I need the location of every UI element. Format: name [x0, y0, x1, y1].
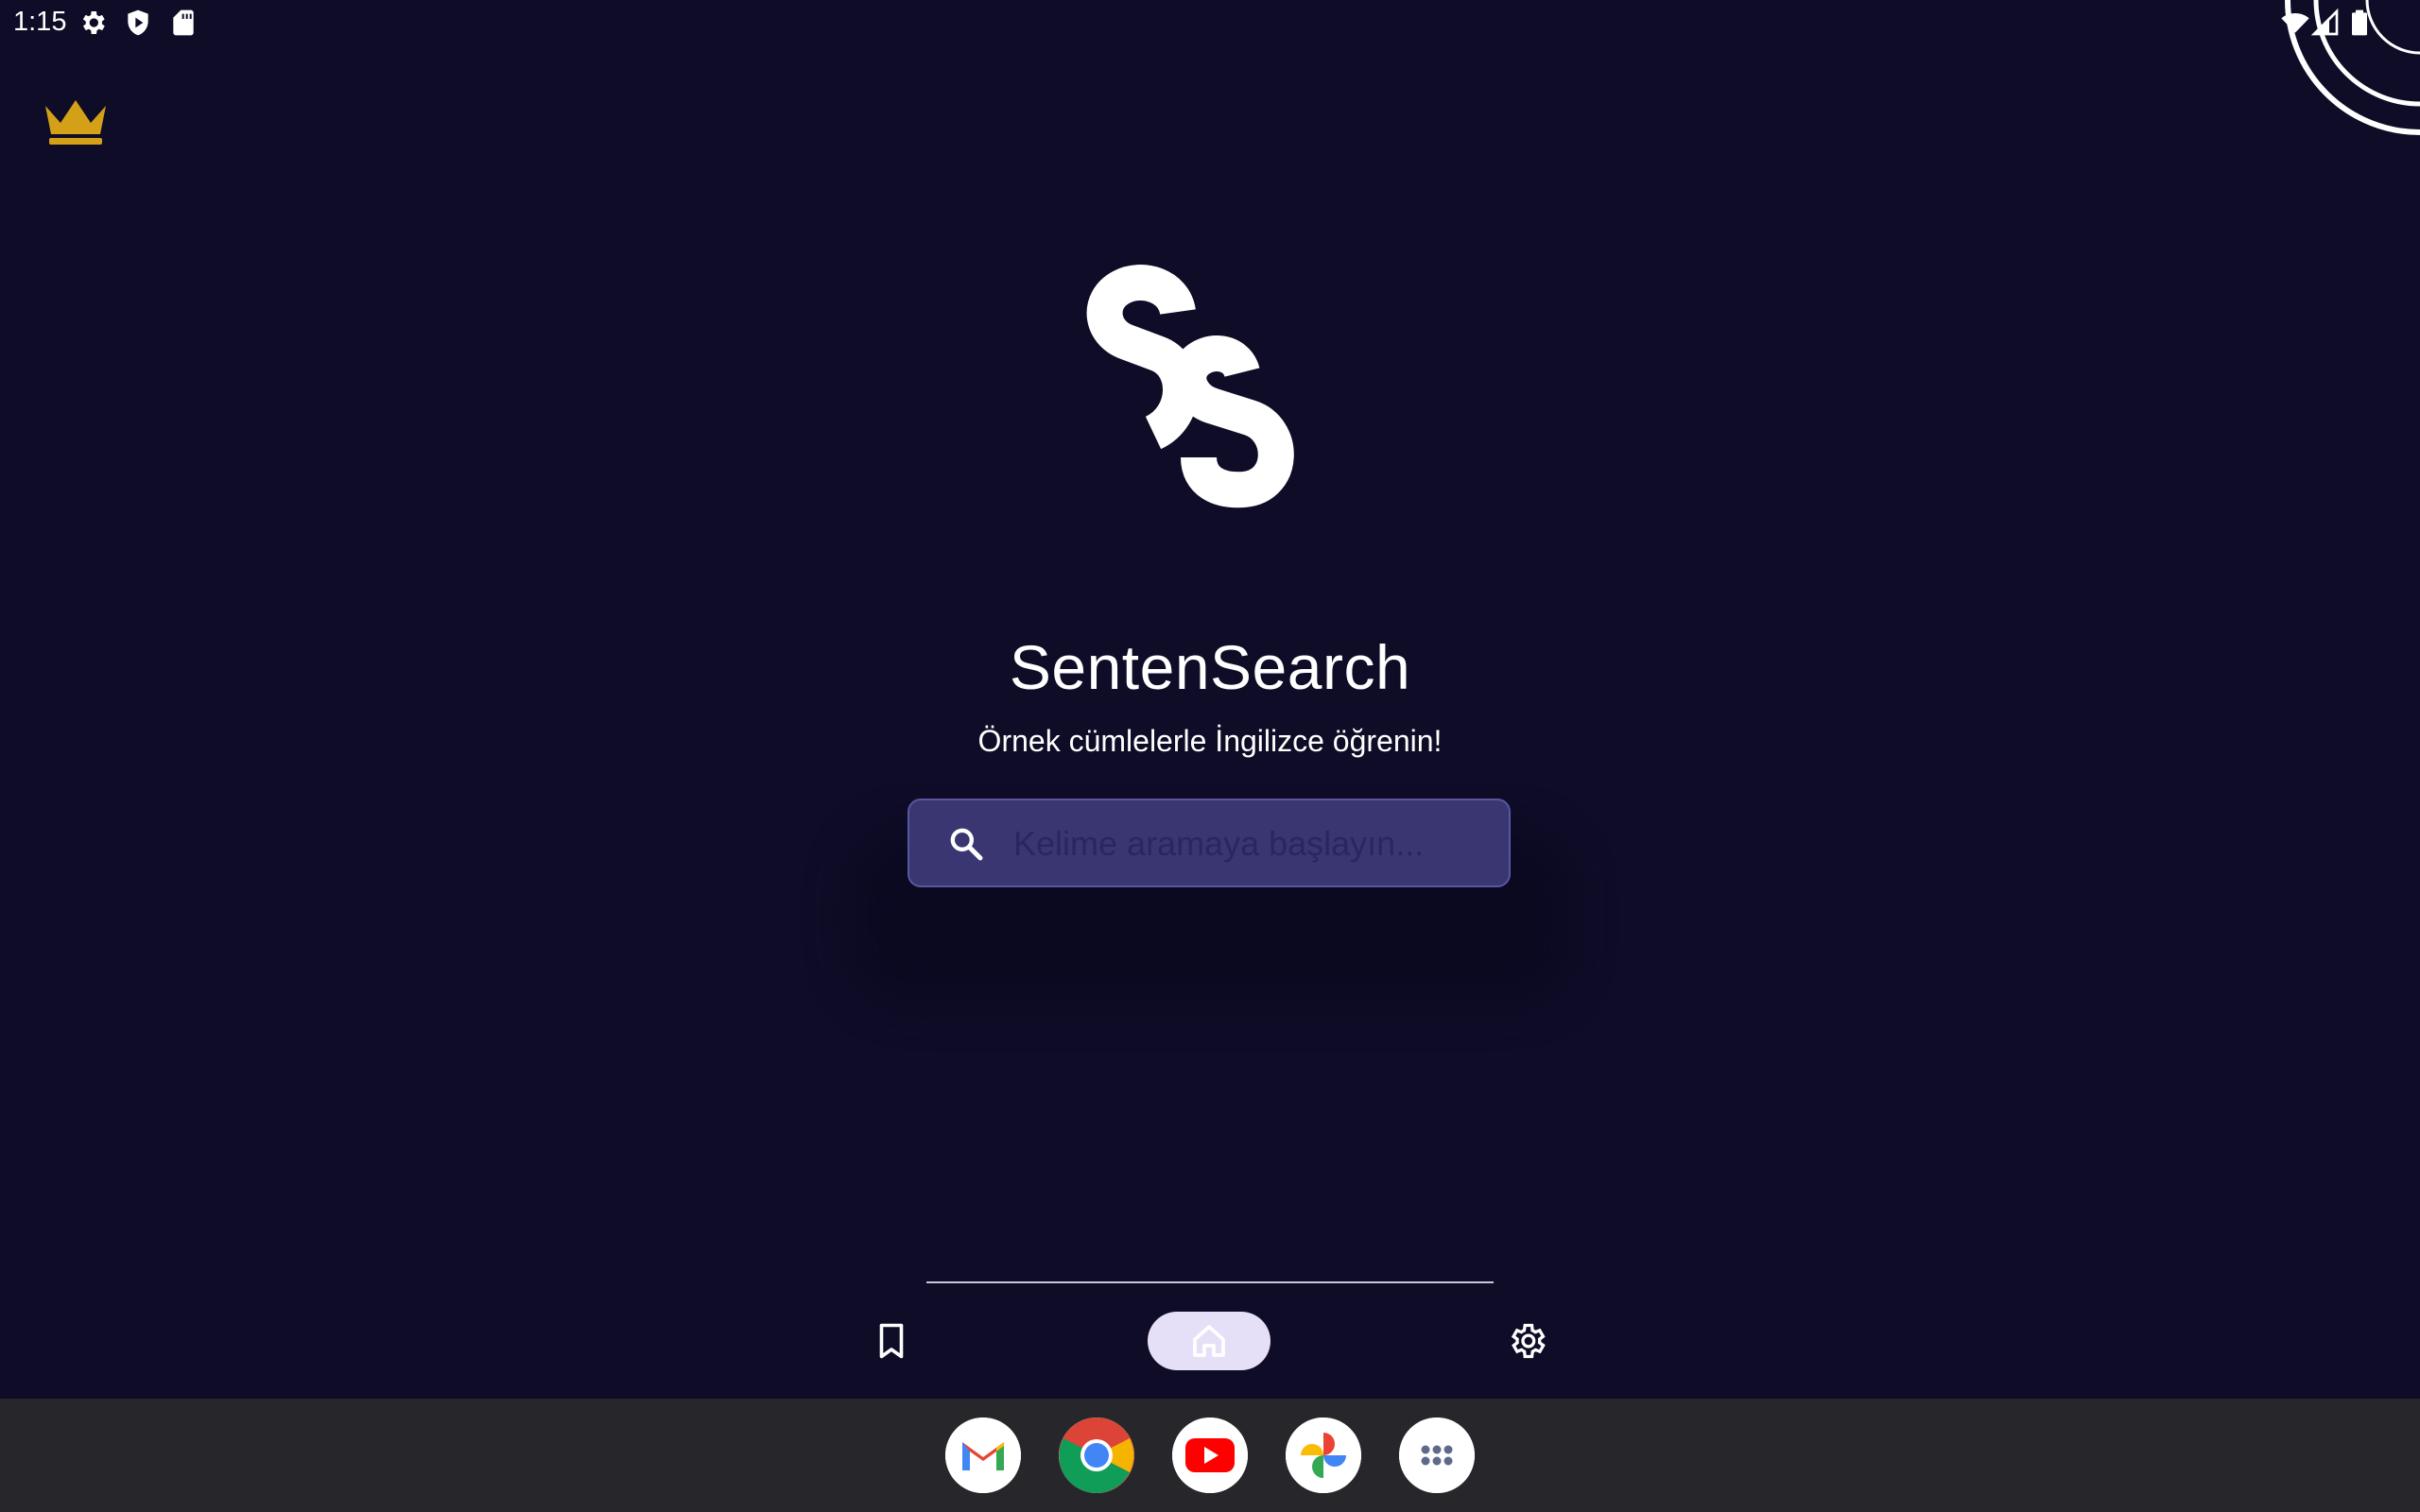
app-dock: [0, 1399, 2420, 1512]
status-time: 1:15: [13, 7, 67, 37]
gear-icon: [78, 8, 108, 38]
nav-bookmarks-button[interactable]: [862, 1312, 921, 1370]
app-title: SentenSearch: [1009, 632, 1411, 702]
app-subtitle: Örnek cümlelerle İngilizce öğrenin!: [977, 724, 1443, 758]
photos-icon[interactable]: [1286, 1418, 1361, 1493]
sd-card-icon: [168, 8, 199, 38]
youtube-icon[interactable]: [1172, 1418, 1248, 1493]
play-protect-icon: [123, 8, 153, 38]
app-logo: [1083, 255, 1337, 510]
nav-home-button[interactable]: [1148, 1312, 1270, 1370]
gmail-icon[interactable]: [945, 1418, 1021, 1493]
status-bar: 1:15: [0, 0, 2420, 45]
app-drawer-icon[interactable]: [1399, 1418, 1475, 1493]
search-icon: [947, 825, 985, 863]
search-input[interactable]: [1011, 814, 1488, 874]
gear-icon: [1506, 1320, 1547, 1362]
corner-decoration: [2278, 0, 2420, 184]
bookmark-icon: [874, 1322, 908, 1360]
chrome-icon[interactable]: [1059, 1418, 1134, 1493]
nav-divider: [926, 1281, 1494, 1283]
nav-settings-button[interactable]: [1497, 1312, 1556, 1370]
home-icon: [1190, 1322, 1228, 1360]
crown-icon[interactable]: [43, 98, 108, 146]
search-bar[interactable]: [908, 799, 1511, 887]
